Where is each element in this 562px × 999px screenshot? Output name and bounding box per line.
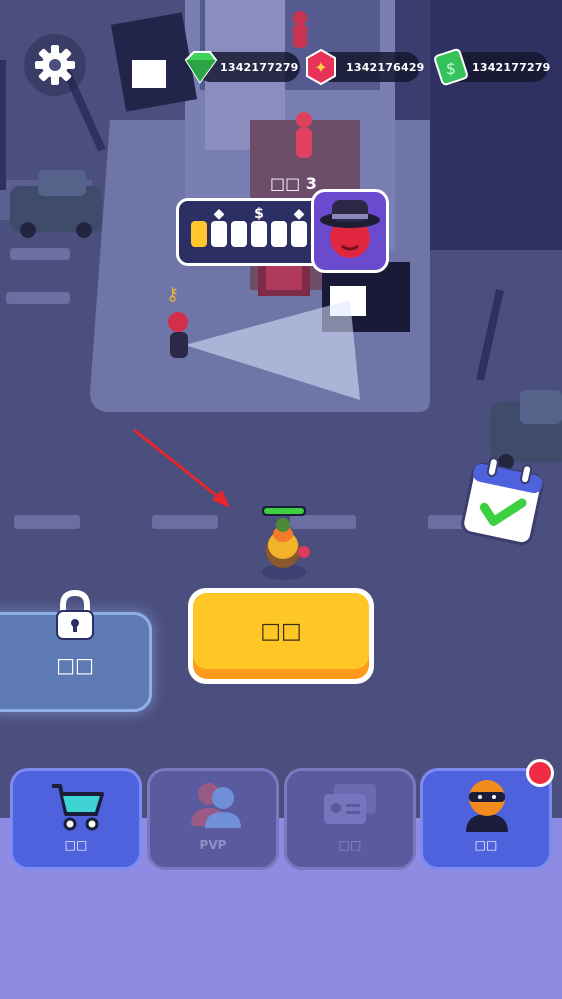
green-gem-icon [184, 51, 218, 84]
tab-pvp[interactable]: PVP [147, 768, 279, 870]
progress-slot [211, 221, 227, 247]
svg-text:✦: ✦ [314, 58, 327, 77]
tokens-value: 1342176429 [346, 61, 425, 74]
progress-slot [251, 221, 267, 247]
locked-action-label: □□ [56, 653, 94, 677]
boss-avatar [311, 189, 389, 273]
locked-action-button[interactable]: □□ [0, 589, 152, 712]
star-marker-icon: ◆ [213, 206, 225, 222]
cash-value: 1342177279 [472, 61, 551, 74]
progress-slot [291, 221, 307, 247]
red-token-icon: ✦ [306, 48, 336, 86]
masked-thief-icon [466, 780, 508, 832]
svg-text:⚷: ⚷ [166, 284, 179, 305]
tab-thief-label: □□ [474, 838, 498, 852]
svg-text:$: $ [446, 59, 456, 78]
gear-icon [35, 45, 75, 85]
main-action-label: □□ [193, 593, 369, 669]
tab-cards[interactable]: □□ [284, 768, 416, 870]
shopping-cart-icon [52, 784, 104, 831]
main-action-button[interactable]: □□ [188, 588, 374, 684]
star-marker-icon: ◆ [293, 206, 305, 222]
progress-slot [231, 221, 247, 247]
tab-shop[interactable]: □□ [10, 768, 142, 870]
tab-pvp-label: PVP [199, 838, 227, 852]
progress-slot [191, 221, 207, 247]
gangster-hat-avatar-icon [320, 200, 380, 258]
daily-calendar-button[interactable] [460, 455, 546, 547]
tab-cards-label: □□ [338, 838, 362, 852]
players-icon [191, 783, 241, 828]
calendar-check-icon [461, 457, 544, 546]
settings-button[interactable] [24, 34, 86, 96]
progress-slot [271, 221, 287, 247]
id-cards-icon [324, 784, 376, 824]
padlock-icon [56, 589, 94, 640]
tab-shop-label: □□ [64, 838, 88, 852]
gems-value: 1342177279 [220, 61, 299, 74]
cash-stack-icon: $ [434, 48, 468, 86]
notification-badge [526, 759, 554, 787]
level-counter: □□ 3 [270, 174, 317, 193]
dollar-marker-icon: $ [254, 206, 264, 222]
